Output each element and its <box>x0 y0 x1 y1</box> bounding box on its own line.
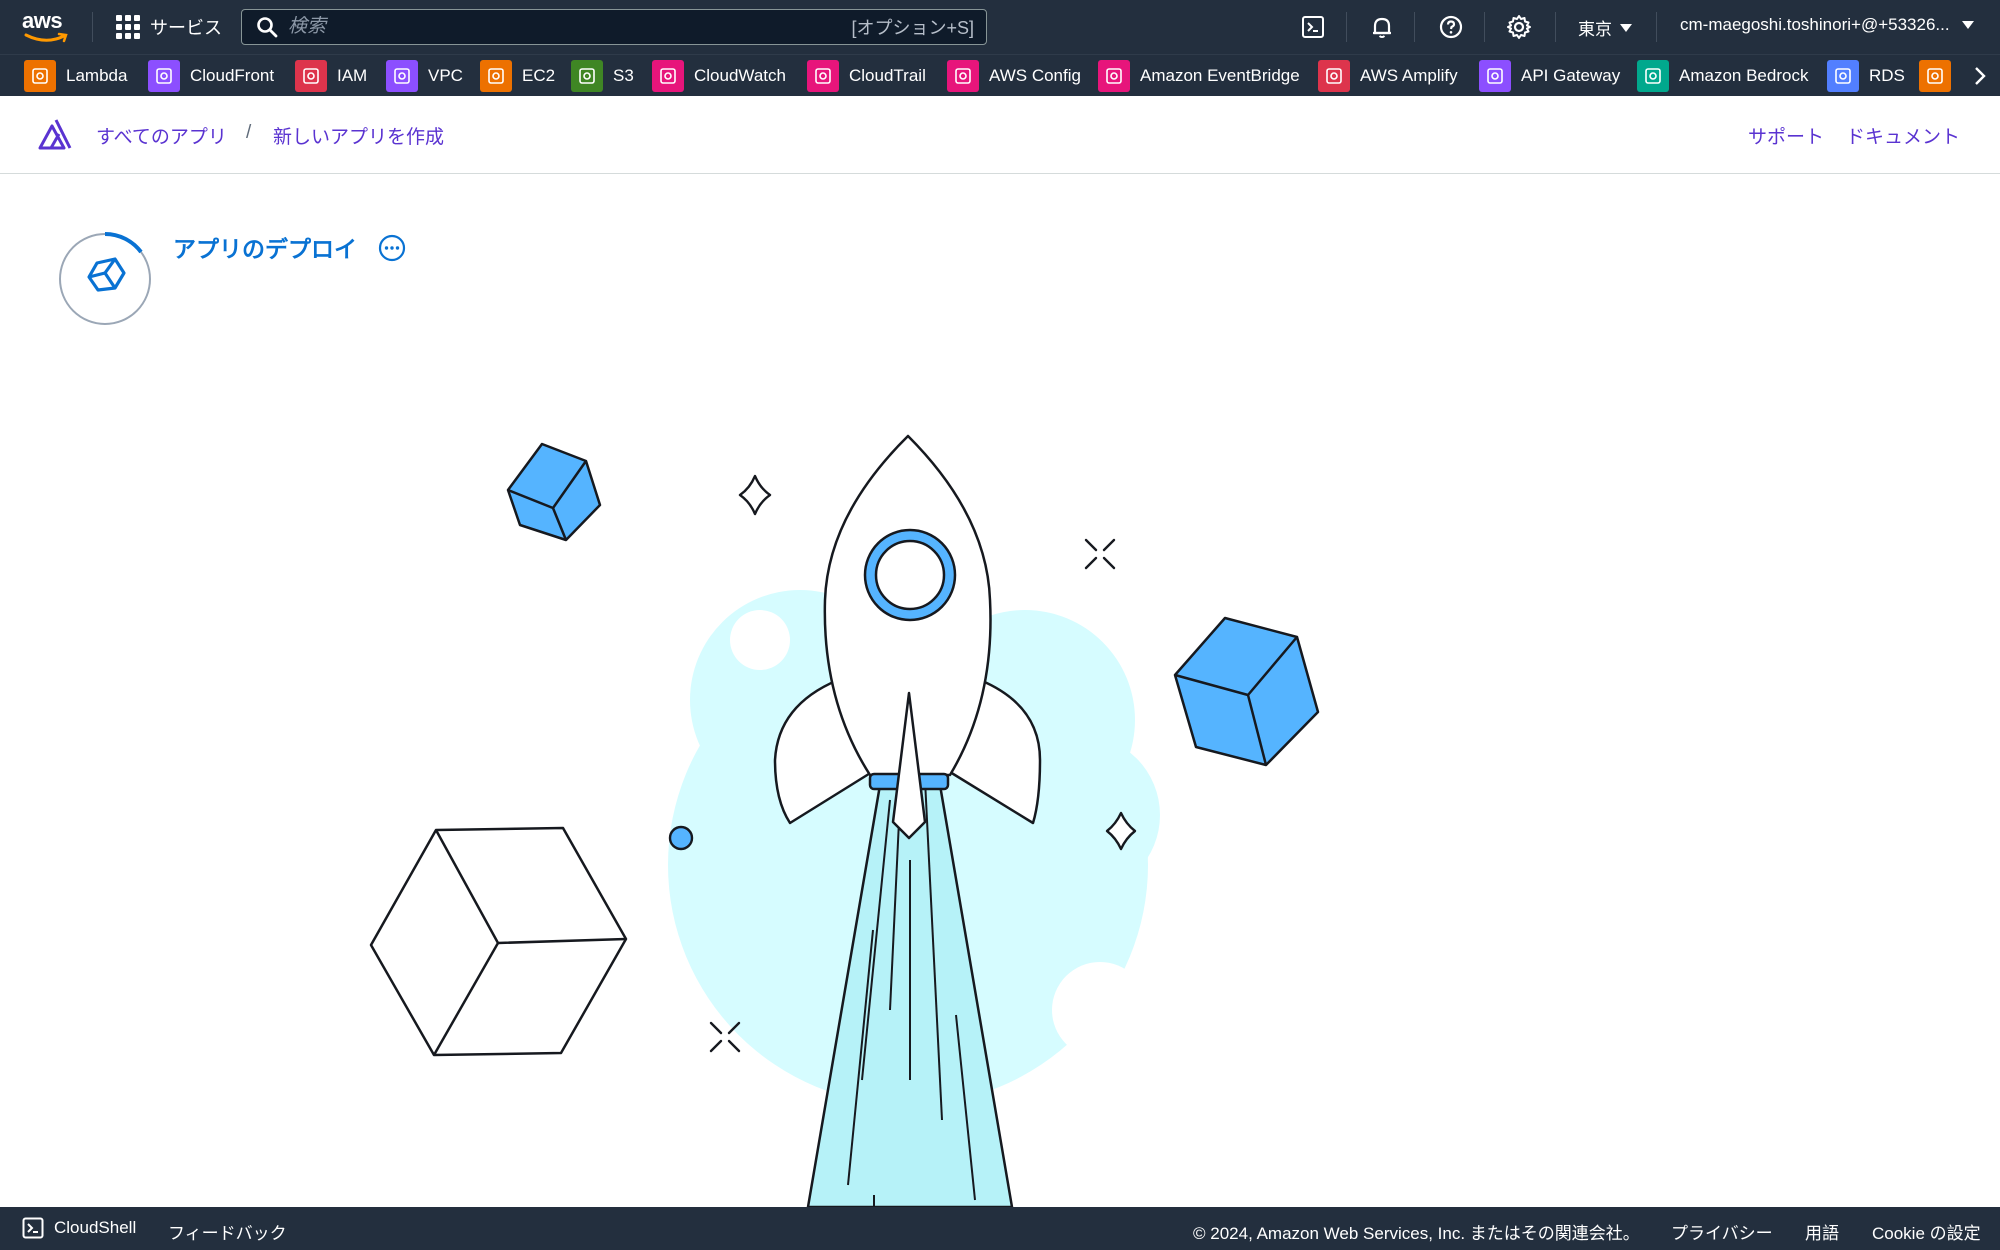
copyright-text: © 2024, Amazon Web Services, Inc. またはその関… <box>1193 1224 1640 1243</box>
feedback-link[interactable]: フィードバック <box>168 1219 287 1244</box>
cube-large-blue <box>1173 616 1320 767</box>
glow-cloud-notch <box>1052 962 1148 1058</box>
console-footer: CloudShell フィードバック © 2024, Amazon Web Se… <box>0 1207 2000 1250</box>
cloudshell-button[interactable]: CloudShell <box>22 1217 136 1239</box>
cookie-settings-link[interactable]: Cookie の設定 <box>1872 1219 1981 1244</box>
rocket-illustration <box>369 434 1320 1207</box>
cube-small-blue <box>506 442 602 542</box>
terms-link[interactable]: 用語 <box>1805 1219 1839 1244</box>
dot-decoration <box>668 825 694 851</box>
privacy-link[interactable]: プライバシー <box>1671 1219 1773 1244</box>
cloudshell-icon <box>22 1217 44 1239</box>
cloudshell-label: CloudShell <box>54 1218 137 1237</box>
cube-outline <box>369 826 628 1057</box>
